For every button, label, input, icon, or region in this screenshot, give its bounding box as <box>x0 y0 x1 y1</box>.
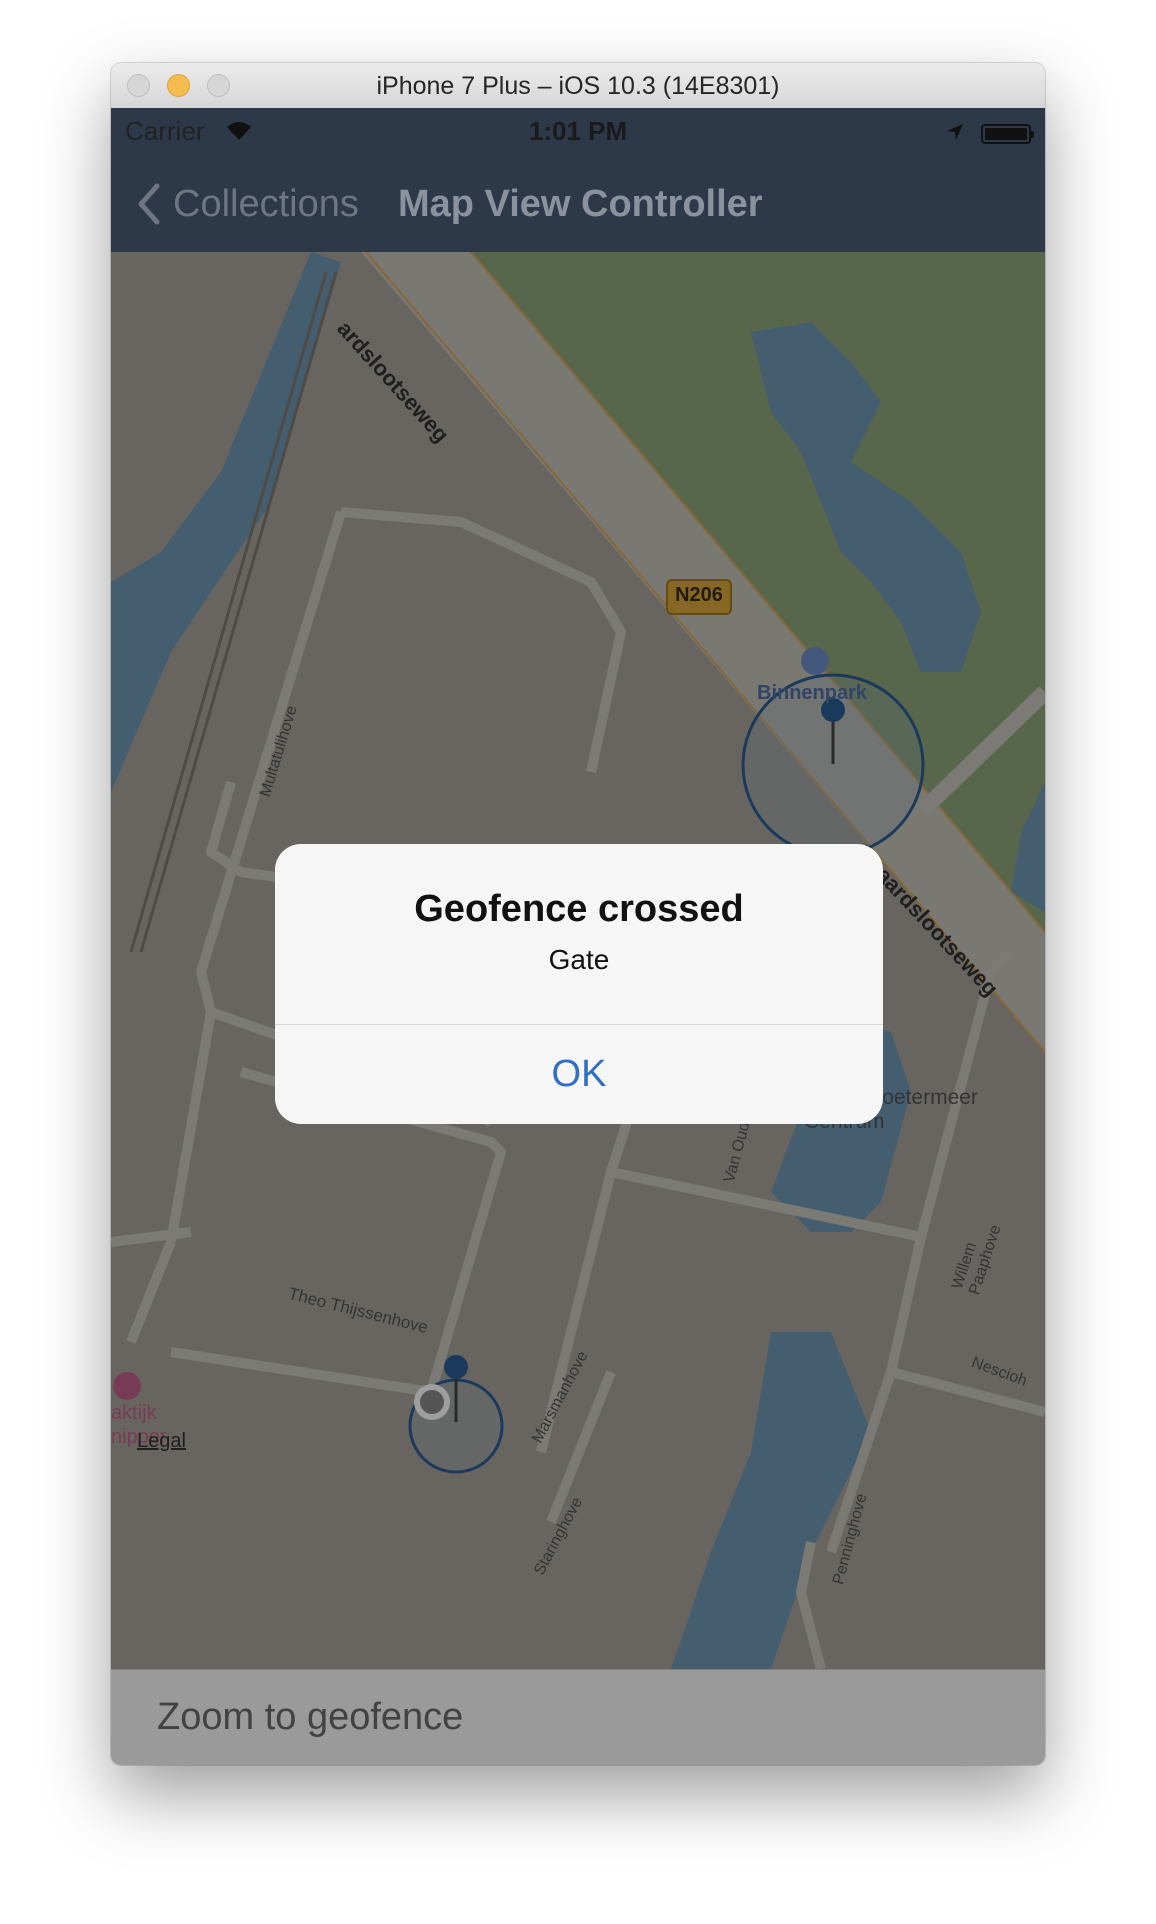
alert-dialog: Geofence crossed Gate OK <box>275 844 883 1124</box>
window-titlebar: iPhone 7 Plus – iOS 10.3 (14E8301) <box>111 63 1045 109</box>
bus-stop-icon[interactable] <box>801 647 829 675</box>
nav-title: Map View Controller <box>398 183 763 225</box>
medical-icon[interactable] <box>113 1372 141 1400</box>
user-location-dot <box>420 1390 444 1414</box>
location-arrow-icon <box>947 124 963 140</box>
road-badge-n206: N206 <box>675 584 723 606</box>
back-button[interactable]: Collections <box>137 180 359 228</box>
navigation-bar: Carrier 1:01 PM Collections Map View Con… <box>111 108 1045 252</box>
device-screen: ardslootseweg N206 Binnenpark Zwaardsloo… <box>111 108 1045 1765</box>
alert-title: Geofence crossed <box>414 888 744 930</box>
window-title: iPhone 7 Plus – iOS 10.3 (14E8301) <box>376 72 780 100</box>
poi-label-binnenpark: Binnenpark <box>757 682 868 704</box>
legal-link[interactable]: Legal <box>137 1430 186 1453</box>
simulator-window: iPhone 7 Plus – iOS 10.3 (14E8301) ardsl… <box>111 63 1045 1765</box>
alert-message: Gate <box>548 944 610 975</box>
alert-ok-button[interactable]: OK <box>275 1025 883 1124</box>
poi-label-praktijk-line1: aktijk <box>111 1402 157 1424</box>
chevron-left-icon <box>138 183 160 225</box>
status-time: 1:01 PM <box>528 116 628 146</box>
bottom-toolbar: Zoom to geofence <box>111 1669 1045 1765</box>
battery-icon <box>981 124 1034 144</box>
status-bar: Carrier 1:01 PM <box>111 114 1045 150</box>
zoom-to-geofence-button[interactable]: Zoom to geofence <box>157 1696 463 1739</box>
back-button-label: Collections <box>173 182 359 225</box>
